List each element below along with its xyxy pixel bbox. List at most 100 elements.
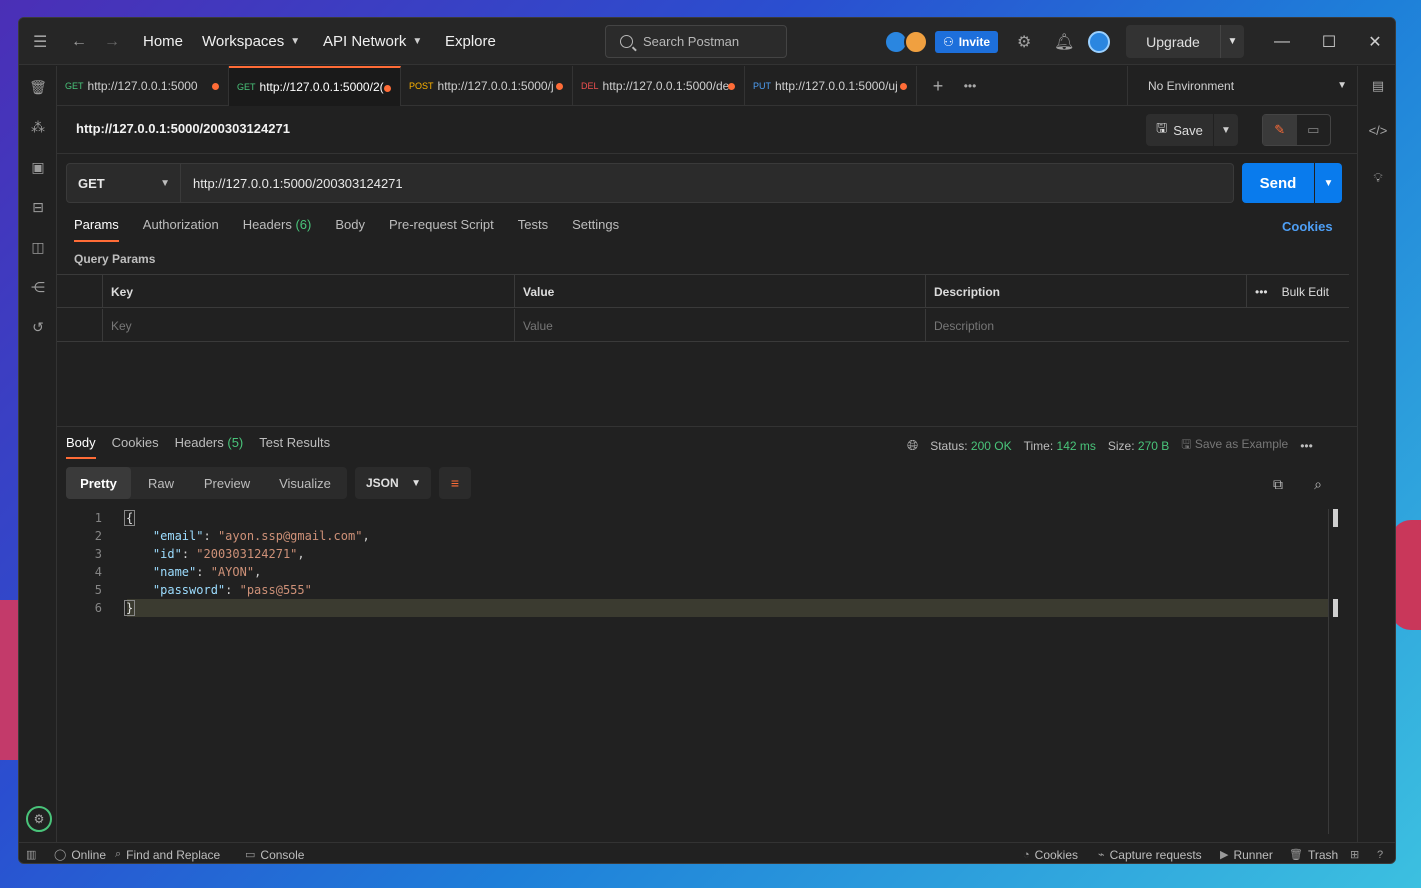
- team-avatars[interactable]: [884, 30, 930, 54]
- history-icon[interactable]: ↺: [19, 314, 57, 340]
- console-button[interactable]: ▭ Console: [245, 843, 304, 863]
- back-arrow-icon[interactable]: ←: [71, 18, 87, 65]
- toggle-sidebar-icon[interactable]: ▥: [26, 843, 36, 863]
- profile-avatar[interactable]: [1088, 18, 1110, 65]
- environment-quicklook-icon[interactable]: ▤: [1358, 73, 1395, 99]
- method-select[interactable]: GET ▼: [66, 163, 181, 203]
- tab-authorization[interactable]: Authorization: [143, 214, 219, 242]
- chevron-down-icon[interactable]: ▼: [1220, 25, 1244, 58]
- send-dropdown-chevron-icon[interactable]: ▼: [1315, 163, 1342, 203]
- mock-servers-icon[interactable]: ⊟: [19, 194, 57, 220]
- trash-button[interactable]: 🗑︎ Trash: [1289, 843, 1338, 863]
- comment-icon[interactable]: ▭: [1297, 115, 1331, 145]
- format-raw[interactable]: Raw: [131, 467, 191, 499]
- request-tab[interactable]: DEL http://127.0.0.1:5000/de: [573, 66, 745, 106]
- language-select[interactable]: JSON ▼: [355, 467, 431, 499]
- tab-params[interactable]: Params: [74, 214, 119, 242]
- request-title[interactable]: http://127.0.0.1:5000/200303124271: [76, 121, 290, 136]
- send-button[interactable]: Send: [1242, 163, 1314, 203]
- response-tab-body[interactable]: Body: [66, 431, 96, 459]
- tab-prerequest-script[interactable]: Pre-request Script: [389, 214, 494, 242]
- bell-icon[interactable]: 🔔︎: [1054, 18, 1074, 65]
- response-body-editor[interactable]: 1 { 2 "email": "ayon.ssp@gmail.com", 3 "…: [57, 509, 1329, 839]
- edit-pencil-icon[interactable]: ✎: [1263, 115, 1297, 145]
- code-icon[interactable]: </>: [1358, 117, 1395, 143]
- add-user-icon: ⚇: [942, 35, 954, 49]
- tab-settings[interactable]: Settings: [572, 214, 619, 242]
- cookies-link[interactable]: Cookies: [1282, 219, 1333, 234]
- minimize-icon[interactable]: —: [1259, 18, 1305, 65]
- status-info[interactable]: Status: 200 OK: [930, 439, 1011, 453]
- description-input[interactable]: Description: [925, 309, 1349, 342]
- globe-icon[interactable]: 🌐︎: [907, 437, 918, 454]
- format-preview[interactable]: Preview: [191, 467, 263, 499]
- time-label: Time:: [1023, 438, 1054, 453]
- response-tab-headers[interactable]: Headers (5): [175, 431, 244, 459]
- forward-arrow-icon[interactable]: →: [104, 18, 120, 65]
- size-info[interactable]: Size: 270 B: [1108, 439, 1169, 453]
- invite-button[interactable]: ⚇ Invite: [935, 31, 998, 53]
- nav-api-network-label: API Network: [323, 33, 407, 50]
- upgrade-button[interactable]: Upgrade ▼: [1126, 25, 1244, 58]
- response-headers-count: (5): [227, 435, 244, 450]
- nav-api-network[interactable]: API Network ▼: [323, 18, 422, 65]
- avatar: [904, 30, 928, 54]
- format-visualize[interactable]: Visualize: [263, 467, 347, 499]
- apis-icon[interactable]: ⁂: [19, 114, 57, 140]
- more-options-icon[interactable]: •••: [1300, 439, 1313, 453]
- request-tab[interactable]: PUT http://127.0.0.1:5000/uj: [745, 66, 917, 106]
- request-tab[interactable]: GET http://127.0.0.1:5000: [57, 66, 229, 106]
- tab-headers[interactable]: Headers (6): [243, 214, 312, 242]
- more-tabs-icon[interactable]: •••: [955, 66, 985, 106]
- unsaved-dot: [384, 85, 391, 92]
- nav-workspaces[interactable]: Workspaces ▼: [202, 18, 300, 65]
- response-tab-test-results[interactable]: Test Results: [259, 431, 330, 459]
- menu-icon[interactable]: ☰: [33, 18, 47, 65]
- request-tab[interactable]: POST http://127.0.0.1:5000/j: [401, 66, 573, 106]
- search-icon[interactable]: ⌕: [1308, 474, 1328, 494]
- flows-icon[interactable]: ⋲: [19, 274, 57, 300]
- monitors-icon[interactable]: ◫: [19, 234, 57, 260]
- url-input[interactable]: http://127.0.0.1:5000/200303124271: [181, 163, 1234, 203]
- tab-body[interactable]: Body: [335, 214, 365, 242]
- sync-status-icon[interactable]: ⚙: [26, 806, 52, 832]
- request-tab-active[interactable]: GET http://127.0.0.1:5000/2(: [229, 66, 401, 106]
- copy-icon[interactable]: ⧉: [1268, 474, 1288, 494]
- tab-url: http://127.0.0.1:5000/de: [602, 79, 730, 93]
- maximize-icon[interactable]: ☐: [1306, 18, 1352, 65]
- find-replace-button[interactable]: ⌕ Find and Replace: [115, 843, 220, 863]
- bulk-edit-link[interactable]: Bulk Edit: [1282, 285, 1329, 299]
- runner-button[interactable]: ▶ Runner: [1220, 843, 1273, 863]
- cookies-button[interactable]: ◔ Cookies: [1023, 843, 1078, 863]
- wrap-lines-icon[interactable]: ≡: [439, 467, 471, 499]
- line-number: 2: [94, 529, 102, 543]
- gear-icon[interactable]: ⚙: [1017, 18, 1031, 65]
- environments-icon[interactable]: ▣: [19, 154, 57, 180]
- more-options-icon[interactable]: •••: [1255, 285, 1268, 299]
- tab-tests[interactable]: Tests: [518, 214, 548, 242]
- save-dropdown-chevron-icon[interactable]: ▼: [1214, 114, 1238, 146]
- editor-scrollbar[interactable]: [1328, 509, 1329, 834]
- tab-method: POST: [409, 81, 434, 91]
- tab-method: DEL: [581, 81, 599, 91]
- time-info[interactable]: Time: 142 ms: [1024, 439, 1096, 453]
- search-input[interactable]: Search Postman: [605, 25, 787, 58]
- value-input[interactable]: Value: [514, 309, 925, 342]
- environment-selector[interactable]: No Environment ▼: [1127, 66, 1357, 106]
- layout-icon[interactable]: ⊞: [1350, 843, 1359, 863]
- response-tab-cookies[interactable]: Cookies: [112, 431, 159, 459]
- save-as-example-button[interactable]: 🖫︎ Save as Example: [1181, 435, 1288, 456]
- bulk-edit-area: ••• Bulk Edit: [1246, 275, 1349, 308]
- capture-requests-button[interactable]: ⌁ Capture requests: [1098, 843, 1202, 863]
- help-icon[interactable]: ?: [1377, 843, 1383, 863]
- format-pretty[interactable]: Pretty: [66, 467, 131, 499]
- nav-home[interactable]: Home: [143, 18, 183, 65]
- nav-explore[interactable]: Explore: [445, 18, 496, 65]
- new-tab-plus-icon[interactable]: +: [923, 66, 953, 106]
- save-button[interactable]: 🖫︎ Save: [1146, 114, 1213, 146]
- close-icon[interactable]: ✕: [1352, 18, 1395, 65]
- lightbulb-icon[interactable]: 💡︎: [1358, 165, 1395, 191]
- online-status[interactable]: ◯ Online: [54, 843, 106, 863]
- key-input[interactable]: Key: [102, 309, 514, 342]
- collections-icon[interactable]: 🗑︎: [19, 74, 57, 100]
